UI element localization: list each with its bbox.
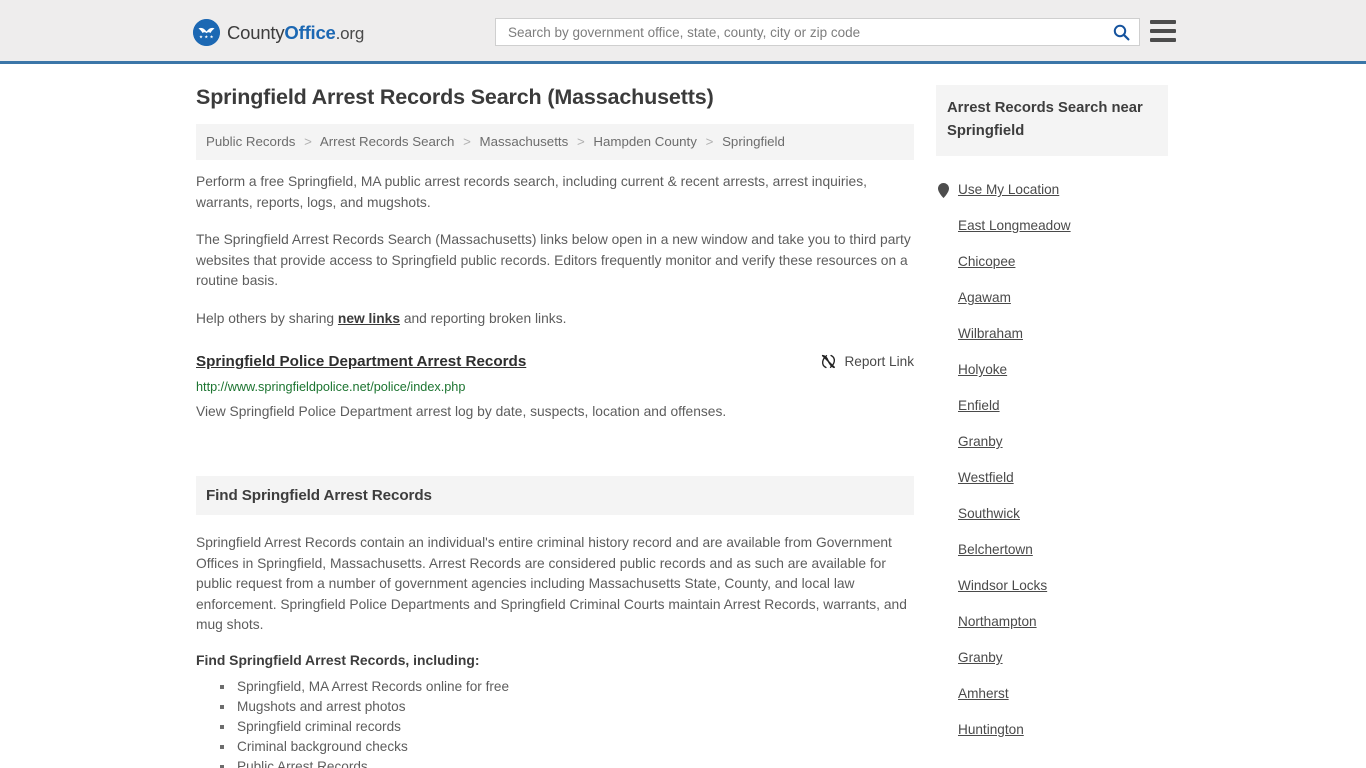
sidebar-item-place[interactable]: Belchertown (936, 532, 1168, 568)
new-links-link[interactable]: new links (338, 311, 400, 326)
result-title-link[interactable]: Springfield Police Department Arrest Rec… (196, 352, 526, 372)
intro-paragraph: Perform a free Springfield, MA public ar… (196, 174, 867, 210)
hamburger-menu-button[interactable] (1150, 20, 1176, 42)
list-item: Springfield criminal records (218, 717, 914, 737)
result-header-row: Springfield Police Department Arrest Rec… (196, 352, 914, 372)
list-item: Public Arrest Records (218, 757, 914, 768)
share-suffix-text: and reporting broken links. (400, 310, 567, 326)
search-bar[interactable] (495, 18, 1140, 46)
sidebar-item-place[interactable]: Enfield (936, 388, 1168, 424)
content-container: Springfield Arrest Records Search (Massa… (188, 64, 1178, 768)
page-body: Springfield Arrest Records Search (Massa… (0, 64, 1366, 768)
sidebar-item-use-my-location[interactable]: Use My Location (936, 172, 1168, 208)
search-button[interactable] (1111, 22, 1131, 42)
sidebar-item-place[interactable]: Holyoke (936, 352, 1168, 388)
hamburger-bar-2 (1150, 29, 1176, 33)
use-my-location-link[interactable]: Use My Location (958, 181, 1059, 199)
main-column: Springfield Arrest Records Search (Massa… (196, 85, 914, 768)
sidebar: Arrest Records Search near Springfield U… (936, 85, 1168, 748)
sidebar-heading: Arrest Records Search near Springfield (947, 100, 1143, 139)
section-bullet-list: Springfield, MA Arrest Records online fo… (196, 677, 914, 768)
sidebar-place-link[interactable]: Windsor Locks (958, 577, 1047, 595)
breadcrumb-separator: > (463, 134, 471, 149)
sidebar-place-link[interactable]: Agawam (958, 289, 1011, 307)
section-header-bar: Find Springfield Arrest Records (196, 476, 914, 515)
list-item: Mugshots and arrest photos (218, 697, 914, 717)
sidebar-item-place[interactable]: Huntington (936, 712, 1168, 748)
sidebar-item-place[interactable]: Chicopee (936, 244, 1168, 280)
eagle-stars-logo-icon (193, 19, 220, 46)
breadcrumb-item-arrest-records-search[interactable]: Arrest Records Search (320, 134, 455, 149)
breadcrumb: Public Records > Arrest Records Search >… (196, 124, 914, 160)
hamburger-bar-3 (1150, 38, 1176, 42)
brand-part-office: Office (284, 21, 336, 43)
sidebar-place-link[interactable]: Granby (958, 649, 1003, 667)
sidebar-item-place[interactable]: Westfield (936, 460, 1168, 496)
share-prefix-text: Help others by sharing (196, 310, 338, 326)
share-links-paragraph: Help others by sharing new links and rep… (196, 309, 914, 330)
sidebar-place-link[interactable]: Enfield (958, 397, 1000, 415)
secondary-paragraph: The Springfield Arrest Records Search (M… (196, 232, 911, 288)
sidebar-item-place[interactable]: Wilbraham (936, 316, 1168, 352)
breadcrumb-separator: > (576, 134, 585, 149)
sidebar-place-link[interactable]: Southwick (958, 505, 1020, 523)
sidebar-place-link[interactable]: Northampton (958, 613, 1037, 631)
sidebar-item-place[interactable]: East Longmeadow (936, 208, 1168, 244)
breadcrumb-item-public-records[interactable]: Public Records (206, 134, 295, 149)
sidebar-header: Arrest Records Search near Springfield (936, 85, 1168, 156)
broken-link-icon (822, 354, 836, 369)
sidebar-nearby-list: Use My Location East Longmeadow Chicopee… (936, 172, 1168, 748)
page-title: Springfield Arrest Records Search (Massa… (196, 85, 714, 109)
site-header: CountyOffice.org (0, 0, 1366, 64)
breadcrumb-item-massachusetts[interactable]: Massachusetts (480, 134, 569, 149)
site-logo-text: CountyOffice.org (227, 22, 364, 44)
sidebar-place-link[interactable]: Belchertown (958, 541, 1033, 559)
result-url[interactable]: http://www.springfieldpolice.net/police/… (196, 379, 914, 395)
sidebar-item-place[interactable]: Southwick (936, 496, 1168, 532)
sidebar-place-link[interactable]: East Longmeadow (958, 217, 1071, 235)
search-input[interactable] (506, 19, 1111, 45)
sidebar-item-place[interactable]: Granby (936, 640, 1168, 676)
sidebar-place-link[interactable]: Wilbraham (958, 325, 1023, 343)
section-heading: Find Springfield Arrest Records (206, 487, 432, 504)
breadcrumb-separator: > (705, 134, 714, 149)
report-link-button[interactable]: Report Link (820, 352, 914, 370)
result-description: View Springfield Police Department arres… (196, 404, 727, 419)
sidebar-place-link[interactable]: Westfield (958, 469, 1014, 487)
section-body: Springfield Arrest Records contain an in… (196, 533, 914, 768)
sidebar-place-link[interactable]: Chicopee (958, 253, 1015, 271)
sidebar-item-place[interactable]: Amherst (936, 676, 1168, 712)
sidebar-item-place[interactable]: Windsor Locks (936, 568, 1168, 604)
section-paragraph: Springfield Arrest Records contain an in… (196, 535, 907, 632)
breadcrumb-separator: > (304, 134, 312, 149)
section-subheading: Find Springfield Arrest Records, includi… (196, 651, 480, 668)
map-pin-icon (936, 182, 950, 198)
hamburger-bar-1 (1150, 20, 1176, 24)
sidebar-place-link[interactable]: Amherst (958, 685, 1009, 703)
breadcrumb-item-springfield: Springfield (722, 134, 785, 149)
sidebar-item-place[interactable]: Northampton (936, 604, 1168, 640)
report-link-label: Report Link (844, 354, 914, 369)
sidebar-place-link[interactable]: Holyoke (958, 361, 1007, 379)
breadcrumb-item-hampden-county[interactable]: Hampden County (593, 134, 696, 149)
list-item: Criminal background checks (218, 737, 914, 757)
sidebar-item-place[interactable]: Agawam (936, 280, 1168, 316)
sidebar-item-place[interactable]: Granby (936, 424, 1168, 460)
sidebar-place-link[interactable]: Granby (958, 433, 1003, 451)
brand-part-county: County (227, 21, 285, 43)
sidebar-place-link[interactable]: Huntington (958, 721, 1024, 739)
brand-part-org: .org (335, 23, 365, 43)
search-icon (1113, 24, 1129, 40)
site-logo-link[interactable]: CountyOffice.org (193, 19, 364, 46)
list-item: Springfield, MA Arrest Records online fo… (218, 677, 914, 697)
result-item: Springfield Police Department Arrest Rec… (196, 352, 914, 422)
